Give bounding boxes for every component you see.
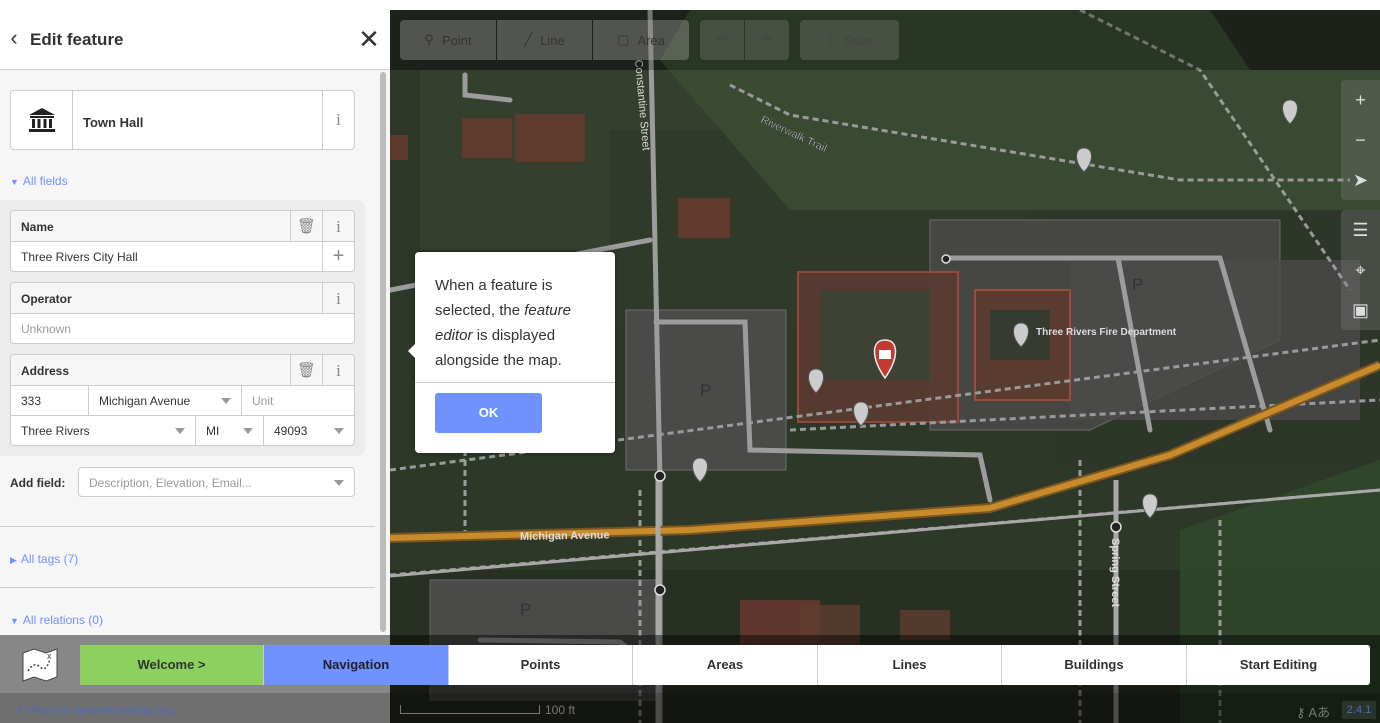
- background-button[interactable]: ☰: [1341, 210, 1380, 250]
- add-line-button[interactable]: ╱ Line: [497, 20, 592, 60]
- geolocate-button[interactable]: ➤: [1341, 160, 1380, 200]
- name-field: Name 🗑 i Three Rivers City Hall +: [10, 210, 355, 272]
- map-label-spring-street: Spring Street: [1109, 538, 1121, 607]
- preset-selector[interactable]: Town Hall i: [10, 90, 355, 150]
- city-input[interactable]: Three Rivers: [11, 416, 195, 445]
- trash-icon[interactable]: 🗑: [290, 355, 322, 386]
- add-field-label: Add field:: [10, 476, 66, 490]
- walkthrough-step-areas[interactable]: Areas: [633, 645, 818, 685]
- scrollbar-thumb[interactable]: [380, 72, 386, 632]
- external-link-icon: ↗: [14, 703, 25, 717]
- triangle-right-icon: ▶: [10, 555, 17, 565]
- sidebar-title: Edit feature: [30, 30, 124, 49]
- add-field-input[interactable]: Description, Elevation, Email...: [78, 467, 355, 497]
- info-icon[interactable]: i: [322, 211, 354, 242]
- add-area-button[interactable]: ▢ Area: [593, 20, 689, 60]
- all-fields-toggle[interactable]: ▼ All fields: [10, 174, 68, 188]
- svg-text:x: x: [47, 651, 52, 661]
- chevron-down-icon[interactable]: [334, 480, 344, 486]
- housenumber-input[interactable]: 333: [11, 386, 88, 415]
- layers-icon: ☰: [1352, 220, 1369, 240]
- plus-icon: +: [1355, 90, 1366, 110]
- chevron-down-icon[interactable]: [334, 428, 344, 434]
- location-arrow-icon: ➤: [1352, 170, 1369, 190]
- window-top-edge: [0, 0, 1380, 10]
- add-language-plus-icon[interactable]: +: [322, 242, 354, 271]
- undo-button[interactable]: ↶: [700, 20, 744, 60]
- operator-input[interactable]: Unknown: [11, 314, 354, 343]
- address-field: Address 🗑 i 333 Michigan Avenue Unit Thr…: [10, 354, 355, 446]
- undo-icon: ↶: [716, 32, 728, 47]
- redo-icon: ↷: [761, 32, 773, 47]
- walkthrough-step-lines[interactable]: Lines: [818, 645, 1002, 685]
- scale-bar: [400, 705, 540, 714]
- name-input[interactable]: Three Rivers City Hall: [11, 242, 322, 271]
- parking-label: P: [520, 600, 531, 619]
- tooltip-text: When a feature is selected, the feature …: [435, 277, 571, 369]
- walkthrough-step-buildings[interactable]: Buildings: [1002, 645, 1187, 685]
- preset-label: Town Hall: [83, 115, 144, 130]
- divider: [415, 382, 615, 383]
- data-icon: ⌖: [1355, 260, 1366, 280]
- parking-label: P: [700, 381, 711, 400]
- operator-field-label: Operator: [11, 283, 354, 314]
- sidebar-scrollbar[interactable]: [377, 70, 390, 650]
- point-icon: ⚲: [424, 32, 434, 47]
- street-input[interactable]: Michigan Avenue: [89, 386, 241, 415]
- line-icon: ╱: [524, 32, 533, 47]
- trash-icon[interactable]: 🗑: [290, 211, 322, 242]
- town-hall-icon: [11, 91, 73, 149]
- add-point-button[interactable]: ⚲ Point: [400, 20, 496, 60]
- chevron-down-icon[interactable]: [243, 428, 253, 434]
- divider: [0, 587, 375, 588]
- all-relations-toggle[interactable]: ▼ All relations (0): [10, 613, 103, 627]
- divider: [0, 526, 375, 527]
- redo-button[interactable]: ↷: [745, 20, 789, 60]
- walkthrough-step-navigation[interactable]: Navigation: [264, 645, 449, 685]
- unit-input[interactable]: Unit: [242, 386, 354, 415]
- area-icon: ▢: [617, 32, 630, 47]
- walkthrough-map-logo-icon: x: [20, 645, 60, 685]
- zoom-out-button[interactable]: −: [1341, 120, 1380, 160]
- sidebar: ‹ Edit feature ✕ Town Hall i ▼ All field…: [0, 0, 390, 723]
- close-icon[interactable]: ✕: [355, 24, 383, 54]
- upload-icon: ⇧: [825, 32, 837, 47]
- view-on-osm-link[interactable]: ↗ View on openstreetmap.org: [14, 703, 174, 717]
- help-button[interactable]: ▣: [1341, 290, 1380, 330]
- minus-icon: −: [1355, 130, 1366, 150]
- chevron-down-icon[interactable]: [221, 398, 231, 404]
- preset-info-icon[interactable]: i: [322, 91, 354, 149]
- save-button[interactable]: ⇧ Save: [800, 20, 899, 60]
- triangle-down-icon: ▼: [10, 177, 19, 187]
- tooltip-arrow: [408, 344, 415, 358]
- info-icon[interactable]: i: [322, 283, 354, 314]
- scale-label: 100 ft: [545, 703, 576, 717]
- back-chevron-icon[interactable]: ‹: [4, 26, 24, 50]
- map-data-button[interactable]: ⌖: [1341, 250, 1380, 290]
- info-icon[interactable]: i: [322, 355, 354, 386]
- map-label-fire-department: Three Rivers Fire Department: [1036, 327, 1177, 338]
- version-badge[interactable]: 2.4.1: [1342, 701, 1376, 719]
- walkthrough-tooltip: When a feature is selected, the feature …: [408, 252, 615, 453]
- walkthrough-step-points[interactable]: Points: [449, 645, 633, 685]
- parking-label: P: [1132, 275, 1143, 294]
- book-icon: ▣: [1351, 300, 1369, 320]
- walkthrough-step-welcome[interactable]: Welcome >: [80, 645, 264, 685]
- sidebar-header: ‹ Edit feature ✕: [0, 10, 390, 70]
- operator-field: Operator i Unknown: [10, 282, 355, 344]
- zoom-in-button[interactable]: +: [1341, 80, 1380, 120]
- walkthrough-step-start-editing[interactable]: Start Editing: [1187, 645, 1370, 685]
- footer-bar: [0, 693, 1380, 723]
- chevron-down-icon[interactable]: [175, 428, 185, 434]
- map-label-michigan-avenue: Michigan Avenue: [520, 529, 610, 543]
- ok-button[interactable]: OK: [435, 393, 542, 433]
- triangle-down-icon: ▼: [10, 616, 19, 626]
- translate-icon[interactable]: ⚷ Aあ: [1296, 702, 1330, 721]
- all-tags-toggle[interactable]: ▶ All tags (7): [10, 552, 78, 566]
